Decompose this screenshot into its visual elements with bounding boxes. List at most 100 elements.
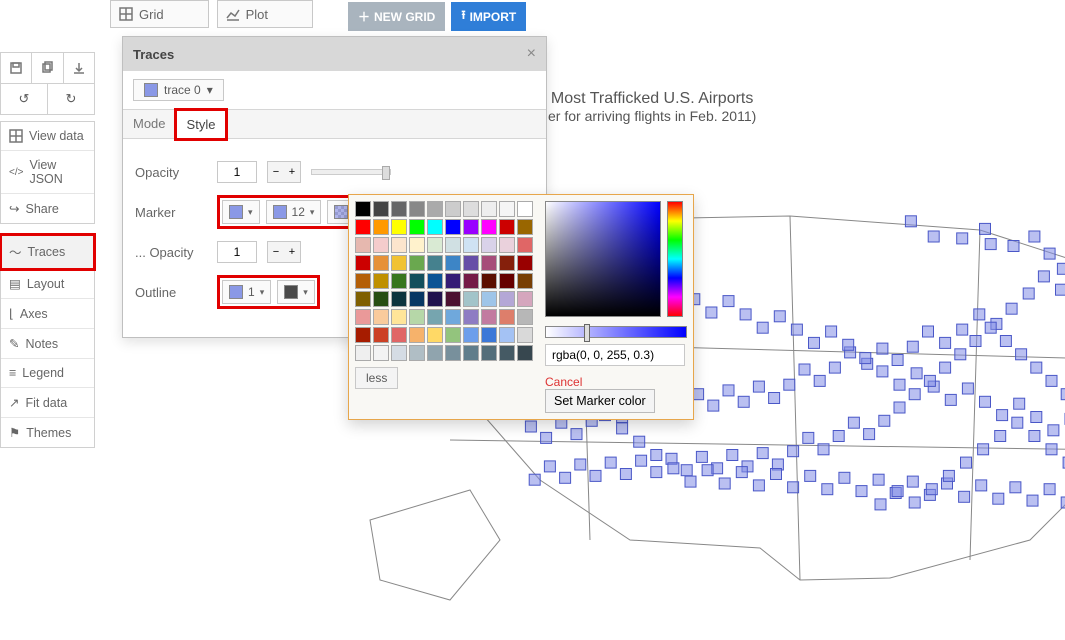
palette-swatch[interactable] [427,201,443,217]
airport-marker[interactable] [1061,389,1065,400]
palette-swatch[interactable] [409,291,425,307]
palette-swatch[interactable] [445,237,461,253]
airport-marker[interactable] [976,480,987,491]
palette-swatch[interactable] [517,345,533,361]
airport-marker[interactable] [799,364,810,375]
airport-marker[interactable] [879,415,890,426]
palette-swatch[interactable] [445,255,461,271]
marker-opacity-stepper[interactable]: −+ [267,241,301,263]
palette-swatch[interactable] [481,309,497,325]
airport-marker[interactable] [924,375,935,386]
palette-swatch[interactable] [481,291,497,307]
airport-marker[interactable] [833,431,844,442]
airport-marker[interactable] [873,474,884,485]
share-button[interactable]: ↪Share [1,194,94,223]
airport-marker[interactable] [651,450,662,461]
airport-marker[interactable] [636,455,647,466]
palette-swatch[interactable] [409,327,425,343]
tab-mode[interactable]: Mode [123,110,176,138]
airport-marker[interactable] [1012,417,1023,428]
airport-marker[interactable] [560,472,571,483]
palette-swatch[interactable] [445,219,461,235]
airport-marker[interactable] [769,393,780,404]
palette-swatch[interactable] [391,309,407,325]
palette-swatch[interactable] [373,345,389,361]
airport-marker[interactable] [1029,431,1040,442]
palette-swatch[interactable] [517,201,533,217]
palette-swatch[interactable] [445,327,461,343]
marker-symbol-dropdown[interactable]: ▾ [222,200,260,224]
close-icon[interactable]: × [527,45,536,63]
airport-marker[interactable] [740,309,751,320]
redo-button[interactable]: ↻ [48,84,94,114]
palette-swatch[interactable] [355,219,371,235]
palette-swatch[interactable] [499,327,515,343]
airport-marker[interactable] [668,463,679,474]
airport-marker[interactable] [928,231,939,242]
palette-swatch[interactable] [409,201,425,217]
opacity-stepper[interactable]: −+ [267,161,301,183]
airport-marker[interactable] [822,484,833,495]
airport-marker[interactable] [848,417,859,428]
palette-swatch[interactable] [463,327,479,343]
airport-marker[interactable] [706,307,717,318]
airport-marker[interactable] [877,366,888,377]
sidebar-item-axes[interactable]: ⌊Axes [1,299,94,329]
airport-marker[interactable] [544,461,555,472]
airport-marker[interactable] [962,383,973,394]
palette-swatch[interactable] [517,219,533,235]
palette-less-button[interactable]: less [355,367,398,389]
palette-swatch[interactable] [499,291,515,307]
airport-marker[interactable] [805,470,816,481]
plus-button[interactable]: + [284,162,300,182]
airport-marker[interactable] [826,326,837,337]
palette-swatch[interactable] [517,327,533,343]
palette-swatch[interactable] [481,219,497,235]
airport-marker[interactable] [997,410,1008,421]
palette-swatch[interactable] [463,237,479,253]
palette-swatch[interactable] [409,255,425,271]
airport-marker[interactable] [757,448,768,459]
palette-swatch[interactable] [517,273,533,289]
airport-marker[interactable] [970,336,981,347]
airport-marker[interactable] [590,470,601,481]
palette-swatch[interactable] [355,345,371,361]
airport-marker[interactable] [685,476,696,487]
set-marker-color-button[interactable]: Set Marker color [545,389,655,413]
sidebar-item-themes[interactable]: ⚑Themes [1,418,94,447]
palette-swatch[interactable] [517,291,533,307]
airport-marker[interactable] [525,421,536,432]
sidebar-item-legend[interactable]: ≡Legend [1,359,94,388]
airport-marker[interactable] [829,362,840,373]
sidebar-item-layout[interactable]: ▤Layout [1,269,94,299]
airport-marker[interactable] [1044,484,1055,495]
alpha-knob[interactable] [584,324,590,342]
airport-marker[interactable] [957,233,968,244]
airport-marker[interactable] [957,324,968,335]
plot-tab[interactable]: Plot [217,0,313,28]
sv-picker[interactable] [545,201,661,317]
view-data-button[interactable]: View data [1,122,94,151]
airport-marker[interactable] [696,451,707,462]
airport-marker[interactable] [980,223,991,234]
airport-marker[interactable] [940,362,951,373]
airport-marker[interactable] [907,476,918,487]
new-grid-button[interactable]: ＋NEW GRID [348,2,445,31]
airport-marker[interactable] [864,429,875,440]
airport-marker[interactable] [985,322,996,333]
palette-swatch[interactable] [427,237,443,253]
airport-marker[interactable] [1057,263,1065,274]
minus-button[interactable]: − [268,242,284,262]
airport-marker[interactable] [907,341,918,352]
palette-swatch[interactable] [499,219,515,235]
palette-swatch[interactable] [391,273,407,289]
palette-swatch[interactable] [499,273,515,289]
airport-marker[interactable] [723,296,734,307]
airport-marker[interactable] [995,431,1006,442]
palette-swatch[interactable] [463,291,479,307]
airport-marker[interactable] [719,478,730,489]
airport-marker[interactable] [1014,398,1025,409]
airport-marker[interactable] [909,389,920,400]
minus-button[interactable]: − [268,162,284,182]
airport-marker[interactable] [1031,412,1042,423]
